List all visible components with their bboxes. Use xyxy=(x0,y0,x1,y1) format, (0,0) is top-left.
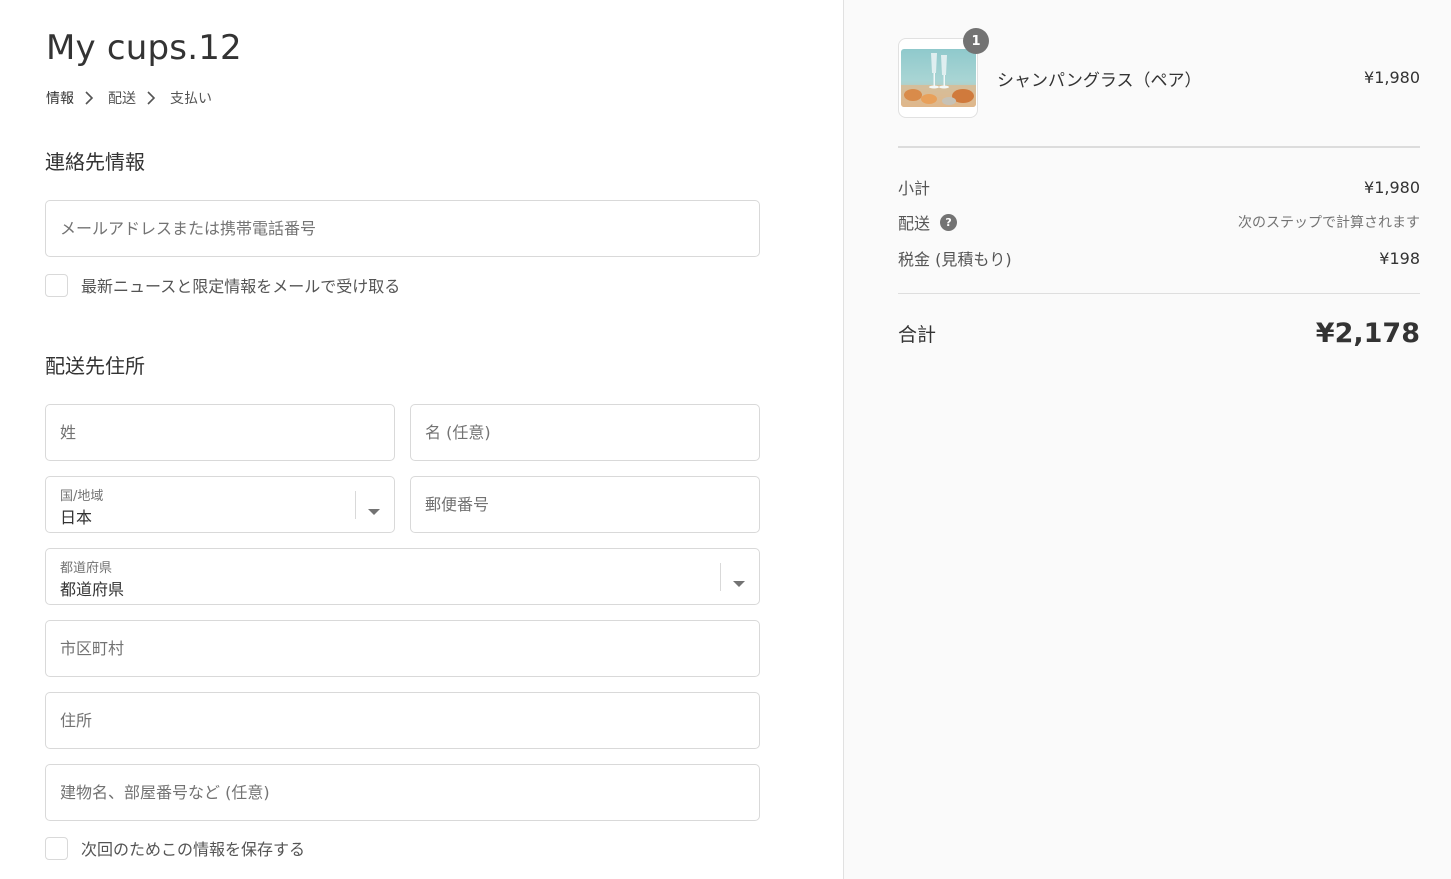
caret-down-icon xyxy=(368,501,380,520)
shipping-label: 配送 xyxy=(898,214,931,233)
chevron-right-icon xyxy=(74,88,108,108)
tax-label: 税金 (見積もり) xyxy=(898,250,1012,269)
breadcrumb-shipping: 配送 xyxy=(108,91,136,107)
newsletter-checkbox[interactable] xyxy=(45,273,68,297)
shipping-value: 次のステップで計算されます xyxy=(1238,215,1420,231)
contact-section-title: 連絡先情報 xyxy=(45,150,145,174)
postal-code-field-wrapper xyxy=(410,476,760,533)
quantity-badge: 1 xyxy=(963,28,989,54)
subtotal-label: 小計 xyxy=(898,179,931,198)
caret-down-icon xyxy=(733,573,745,592)
address-field[interactable] xyxy=(46,693,759,748)
newsletter-label[interactable]: 最新ニュースと限定情報をメールで受け取る xyxy=(81,273,400,297)
order-summary-sidebar: 1 シャンパングラス（ペア） ¥1,980 小計 ¥1,980 配送 ? 次のス… xyxy=(843,0,1451,879)
select-divider xyxy=(355,491,356,519)
total-row: 合計 ¥2,178 xyxy=(898,318,1420,349)
prefecture-select[interactable]: 都道府県 都道府県 xyxy=(45,548,760,605)
building-field[interactable] xyxy=(46,765,759,820)
first-name-field-wrapper xyxy=(410,404,760,461)
breadcrumb: 情報 配送 支払い xyxy=(46,88,212,108)
divider xyxy=(898,146,1420,148)
country-select-label: 国/地域 xyxy=(60,489,104,504)
tax-value: ¥198 xyxy=(1379,248,1420,268)
save-info-row: 次回のためこの情報を保存する xyxy=(45,836,305,860)
champagne-glass-product-image xyxy=(901,49,976,107)
email-field[interactable] xyxy=(46,201,759,256)
first-name-field[interactable] xyxy=(411,405,759,460)
prefecture-select-value: 都道府県 xyxy=(60,580,125,599)
country-select-value: 日本 xyxy=(60,508,93,527)
save-info-label[interactable]: 次回のためこの情報を保存する xyxy=(81,836,305,860)
breadcrumb-info[interactable]: 情報 xyxy=(46,88,74,108)
postal-code-field[interactable] xyxy=(411,477,759,532)
tax-row: 税金 (見積もり) ¥198 xyxy=(898,246,1420,270)
prefecture-select-label: 都道府県 xyxy=(60,561,113,576)
shipping-section-title: 配送先住所 xyxy=(45,354,145,378)
chevron-right-icon xyxy=(136,88,170,108)
product-price: ¥1,980 xyxy=(1364,68,1420,87)
subtotal-row: 小計 ¥1,980 xyxy=(898,175,1420,199)
building-field-wrapper xyxy=(45,764,760,821)
last-name-field[interactable] xyxy=(46,405,394,460)
product-name: シャンパングラス（ペア） xyxy=(997,71,1202,91)
country-select[interactable]: 国/地域 日本 xyxy=(45,476,395,533)
email-field-wrapper xyxy=(45,200,760,257)
shipping-label-wrapper: 配送 ? xyxy=(898,210,958,234)
divider xyxy=(898,293,1420,294)
save-info-checkbox[interactable] xyxy=(45,836,68,860)
total-value: ¥2,178 xyxy=(1315,318,1420,349)
shipping-row: 配送 ? 次のステップで計算されます xyxy=(898,210,1420,234)
subtotal-value: ¥1,980 xyxy=(1364,177,1420,197)
checkout-main: My cups.12 情報 配送 支払い 連絡先情報 最新ニュースと限定情報をメ… xyxy=(0,0,843,879)
select-divider xyxy=(720,563,721,591)
question-mark-icon[interactable]: ? xyxy=(940,213,958,231)
city-field[interactable] xyxy=(46,621,759,676)
newsletter-row: 最新ニュースと限定情報をメールで受け取る xyxy=(45,273,400,297)
address-field-wrapper xyxy=(45,692,760,749)
last-name-field-wrapper xyxy=(45,404,395,461)
shop-title[interactable]: My cups.12 xyxy=(46,28,242,68)
breadcrumb-payment: 支払い xyxy=(170,91,212,107)
total-label: 合計 xyxy=(898,324,937,346)
city-field-wrapper xyxy=(45,620,760,677)
